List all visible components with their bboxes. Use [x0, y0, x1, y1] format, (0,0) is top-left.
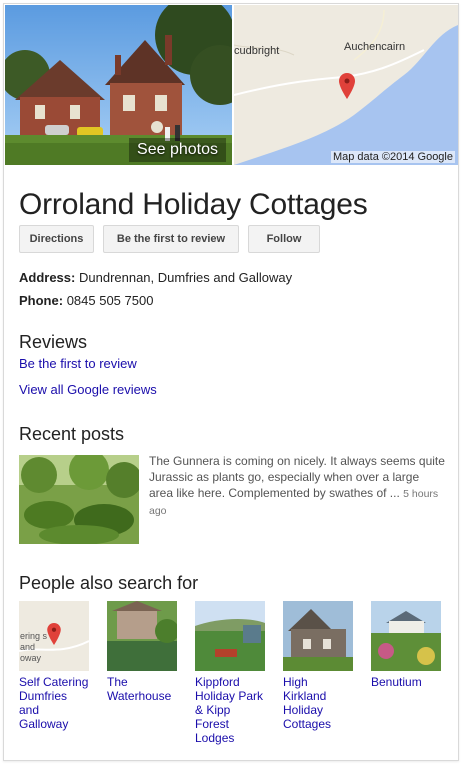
related-label[interactable]: Benutium [371, 675, 441, 689]
garden-image [19, 455, 139, 544]
related-item[interactable]: The Waterhouse [107, 601, 177, 703]
related-thumbnail: ering s and oway [19, 601, 89, 671]
related-thumbnail [283, 601, 353, 671]
map-place-label: cudbright [234, 45, 280, 57]
write-review-button[interactable]: Be the first to review [103, 225, 239, 253]
knowledge-panel: See photos cudbright Auchencairn Map dat… [3, 3, 459, 761]
related-item[interactable]: ering s and oway Self Catering Dumfries … [19, 601, 89, 731]
address-label: Address: [19, 270, 76, 285]
related-item[interactable]: High Kirkland Holiday Cottages [283, 601, 353, 731]
business-photo[interactable]: See photos [5, 5, 232, 165]
benutium-image [371, 601, 441, 671]
phone-label: Phone: [19, 293, 64, 308]
phone-value[interactable]: 0845 505 7500 [67, 293, 154, 308]
related-label[interactable]: The Waterhouse [107, 675, 177, 703]
address-row: Address: Dundrennan, Dumfries and Gallow… [19, 270, 292, 285]
related-item[interactable]: Benutium [371, 601, 441, 689]
people-also-search-heading: People also search for [19, 573, 199, 593]
related-thumbnail [371, 601, 441, 671]
post-text: The Gunnera is coming on nicely. It alwa… [149, 454, 445, 500]
related-label[interactable]: Kippford Holiday Park & Kipp Forest Lodg… [195, 675, 265, 745]
reviews-heading: Reviews [19, 332, 88, 352]
map-attribution: Map data ©2014 Google [330, 151, 455, 163]
related-thumbnail [107, 601, 177, 671]
post-image[interactable] [19, 455, 139, 544]
follow-button[interactable]: Follow [248, 225, 320, 253]
related-item[interactable]: Kippford Holiday Park & Kipp Forest Lodg… [195, 601, 265, 745]
related-label[interactable]: High Kirkland Holiday Cottages [283, 675, 353, 731]
map-thumbnail-text: ering s and oway [20, 631, 48, 663]
related-thumbnail [195, 601, 265, 671]
location-map[interactable]: cudbright Auchencairn Map data ©2014 Goo… [234, 5, 458, 165]
map-place-label: Auchencairn [344, 41, 406, 53]
directions-button[interactable]: Directions [19, 225, 94, 253]
high-kirkland-image [283, 601, 353, 671]
waterhouse-image [107, 601, 177, 671]
recent-posts-heading: Recent posts [19, 424, 125, 444]
post-snippet[interactable]: The Gunnera is coming on nicely. It alwa… [149, 453, 445, 519]
kippford-image [195, 601, 265, 671]
view-all-reviews-link[interactable]: View all Google reviews [19, 382, 157, 397]
address-value: Dundrennan, Dumfries and Galloway [78, 270, 293, 285]
related-label[interactable]: Self Catering Dumfries and Galloway [19, 675, 89, 731]
phone-row: Phone: 0845 505 7500 [19, 293, 153, 308]
map-pin-icon [47, 623, 61, 645]
see-photos-button[interactable]: See photos [129, 138, 226, 162]
map-pin-icon [339, 73, 355, 99]
business-title: Orroland Holiday Cottages [19, 188, 368, 221]
first-review-link[interactable]: Be the first to review [19, 356, 137, 371]
